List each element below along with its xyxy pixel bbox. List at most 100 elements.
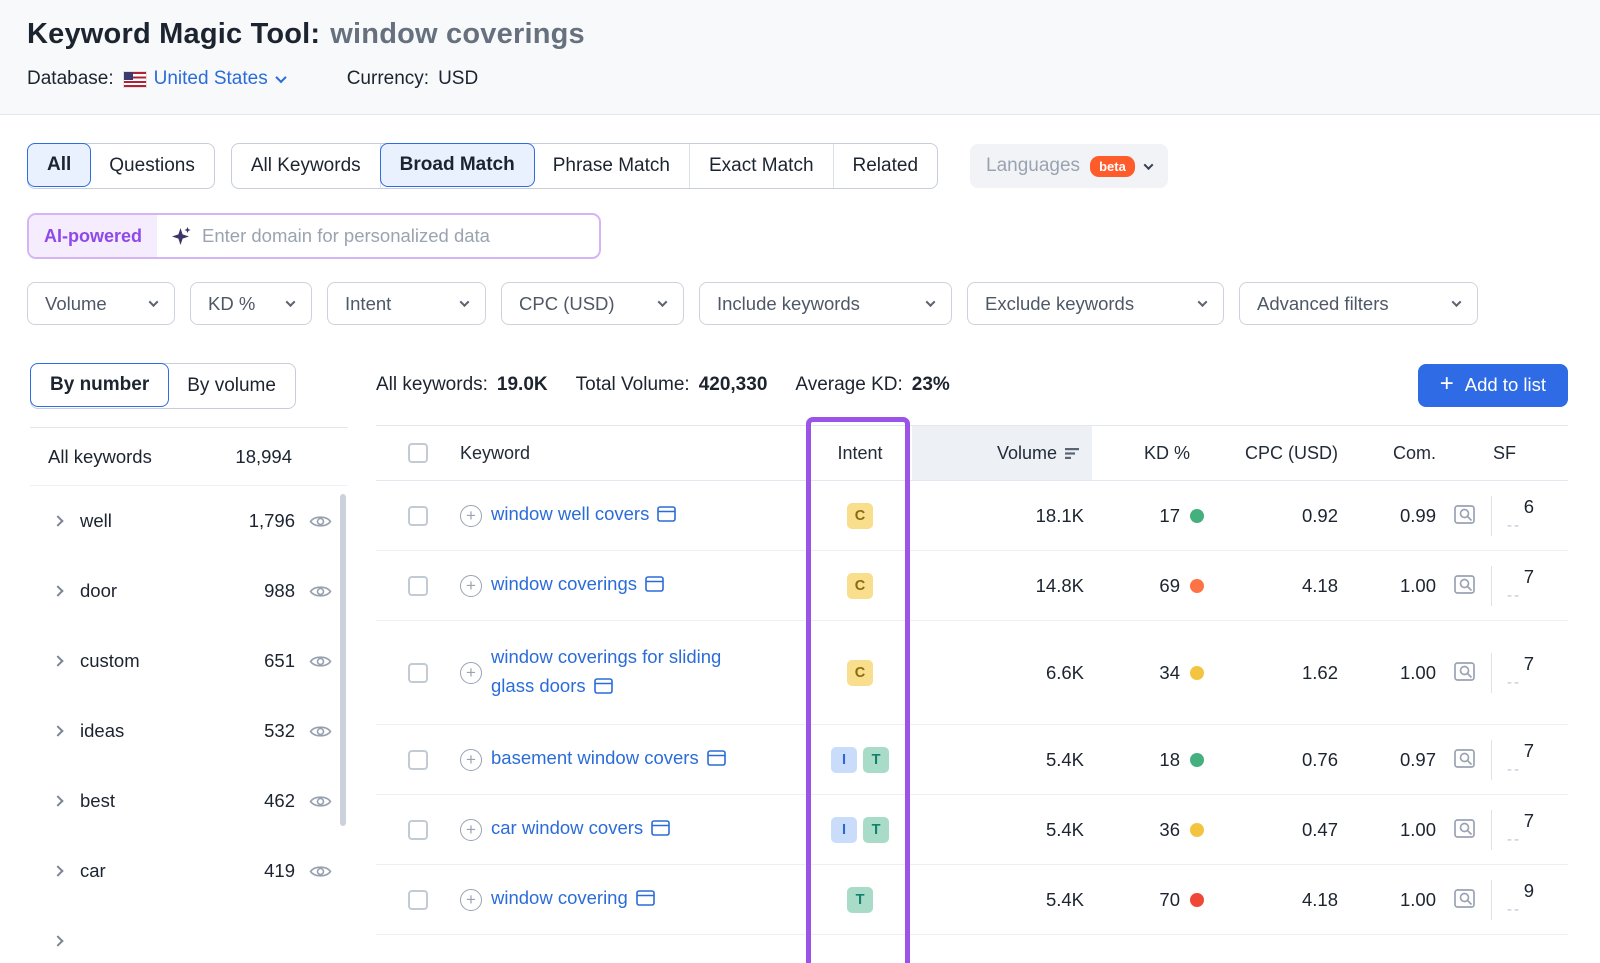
add-keyword-icon[interactable]: +	[460, 662, 482, 684]
row-checkbox[interactable]	[408, 506, 428, 526]
group-count: 532	[231, 720, 295, 742]
eye-icon[interactable]	[309, 654, 332, 669]
volume-filter[interactable]: Volume	[27, 282, 175, 325]
sidebar-item-custom[interactable]: custom 651	[30, 626, 348, 696]
intent-badge: C	[847, 573, 873, 599]
serp-features-icon[interactable]	[594, 676, 613, 703]
kd-column-header[interactable]: KD %	[1092, 443, 1204, 464]
database-selector[interactable]: United States	[154, 68, 285, 90]
ai-domain-bar: AI-powered	[27, 213, 601, 259]
view-serp-icon[interactable]	[1454, 574, 1479, 597]
kd-dot	[1190, 753, 1204, 767]
us-flag-icon	[124, 72, 146, 87]
sidebar-item-all-keywords[interactable]: All keywords 18,994	[30, 428, 348, 486]
serp-features-icon[interactable]	[707, 748, 726, 775]
eye-icon[interactable]	[309, 584, 332, 599]
page-title: Keyword Magic Tool:window coverings	[27, 18, 1600, 51]
eye-icon[interactable]	[309, 864, 332, 879]
sidebar-item-car[interactable]: car 419	[30, 836, 348, 906]
table-row: + window well covers C 18.1K 17 0.92 0.9…	[376, 481, 1568, 551]
by-volume-tab[interactable]: By volume	[168, 364, 295, 408]
row-checkbox[interactable]	[408, 663, 428, 683]
add-keyword-icon[interactable]: +	[460, 749, 482, 771]
chevron-right-icon	[52, 515, 63, 526]
sidebar-item-ideas[interactable]: ideas 532	[30, 696, 348, 766]
chevron-right-icon	[52, 795, 63, 806]
sidebar-item-door[interactable]: door 988	[30, 556, 348, 626]
sidebar-item-best[interactable]: best 462	[30, 766, 348, 836]
add-to-list-button[interactable]: + Add to list	[1418, 364, 1568, 407]
divider	[1491, 740, 1492, 780]
row-checkbox[interactable]	[408, 890, 428, 910]
cpc-value: 4.18	[1204, 889, 1340, 911]
tab-all[interactable]: All	[27, 143, 91, 187]
tab-broad-match[interactable]: Broad Match	[380, 143, 535, 187]
sf-placeholder: --	[1504, 830, 1521, 849]
volume-column-header[interactable]: Volume	[912, 426, 1092, 480]
cpc-value: 0.92	[1204, 505, 1340, 527]
sidebar-scrollbar[interactable]	[340, 494, 346, 826]
languages-dropdown[interactable]: Languages beta	[970, 144, 1168, 188]
intent-column-header[interactable]: Intent	[808, 443, 912, 464]
kd-filter[interactable]: KD %	[190, 282, 312, 325]
tab-all-keywords[interactable]: All Keywords	[232, 144, 381, 188]
keyword-column-header[interactable]: Keyword	[432, 443, 808, 464]
select-all-checkbox[interactable]	[408, 443, 428, 463]
chevron-down-icon	[926, 297, 936, 307]
question-toggle-group: All Questions	[27, 143, 215, 189]
cpc-value: 4.18	[1204, 575, 1340, 597]
group-count: 18,994	[235, 446, 292, 468]
com-value: 1.00	[1340, 889, 1440, 911]
kd-value: 70	[1159, 889, 1180, 911]
chevron-right-icon	[52, 935, 63, 946]
keyword-link[interactable]: window covering	[491, 887, 628, 908]
by-number-tab[interactable]: By number	[30, 363, 169, 407]
add-keyword-icon[interactable]: +	[460, 819, 482, 841]
keyword-link[interactable]: basement window covers	[491, 747, 699, 768]
row-checkbox[interactable]	[408, 820, 428, 840]
keyword-link[interactable]: car window covers	[491, 817, 643, 838]
eye-icon[interactable]	[309, 794, 332, 809]
keyword-link[interactable]: window well covers	[491, 503, 649, 524]
sidebar-item-partial[interactable]	[30, 906, 348, 963]
com-value: 0.99	[1340, 505, 1440, 527]
eye-icon[interactable]	[309, 514, 332, 529]
add-keyword-icon[interactable]: +	[460, 575, 482, 597]
tab-exact-match[interactable]: Exact Match	[690, 144, 834, 188]
view-serp-icon[interactable]	[1454, 504, 1479, 527]
include-keywords-filter[interactable]: Include keywords	[699, 282, 952, 325]
sidebar-item-well[interactable]: well 1,796	[30, 486, 348, 556]
serp-features-icon[interactable]	[636, 888, 655, 915]
view-serp-icon[interactable]	[1454, 661, 1479, 684]
keyword-link[interactable]: window coverings	[491, 573, 637, 594]
intent-filter[interactable]: Intent	[327, 282, 486, 325]
sf-value: 7	[1524, 654, 1534, 673]
tab-phrase-match[interactable]: Phrase Match	[534, 144, 690, 188]
results-panel: All keywords: 19.0K Total Volume: 420,33…	[376, 363, 1568, 963]
row-checkbox[interactable]	[408, 576, 428, 596]
domain-input[interactable]	[202, 225, 585, 247]
view-serp-icon[interactable]	[1454, 748, 1479, 771]
table-header-row: Keyword Intent Volume KD % CPC (USD) Com…	[376, 425, 1568, 481]
divider	[1491, 566, 1492, 606]
serp-features-icon[interactable]	[657, 504, 676, 531]
add-keyword-icon[interactable]: +	[460, 889, 482, 911]
serp-features-icon[interactable]	[651, 818, 670, 845]
sf-value: 7	[1524, 741, 1534, 760]
advanced-filters[interactable]: Advanced filters	[1239, 282, 1478, 325]
cpc-column-header[interactable]: CPC (USD)	[1204, 443, 1340, 464]
tab-questions[interactable]: Questions	[90, 144, 214, 188]
add-keyword-icon[interactable]: +	[460, 505, 482, 527]
view-serp-icon[interactable]	[1454, 818, 1479, 841]
row-checkbox[interactable]	[408, 750, 428, 770]
sf-column-header[interactable]: SF	[1440, 443, 1568, 464]
exclude-keywords-filter[interactable]: Exclude keywords	[967, 282, 1224, 325]
eye-icon[interactable]	[309, 724, 332, 739]
view-serp-icon[interactable]	[1454, 888, 1479, 911]
cpc-filter[interactable]: CPC (USD)	[501, 282, 684, 325]
com-column-header[interactable]: Com.	[1340, 443, 1440, 464]
intent-badge: I	[831, 747, 857, 773]
tab-related[interactable]: Related	[834, 144, 938, 188]
all-keywords-label: All keywords:	[376, 374, 488, 396]
serp-features-icon[interactable]	[645, 574, 664, 601]
